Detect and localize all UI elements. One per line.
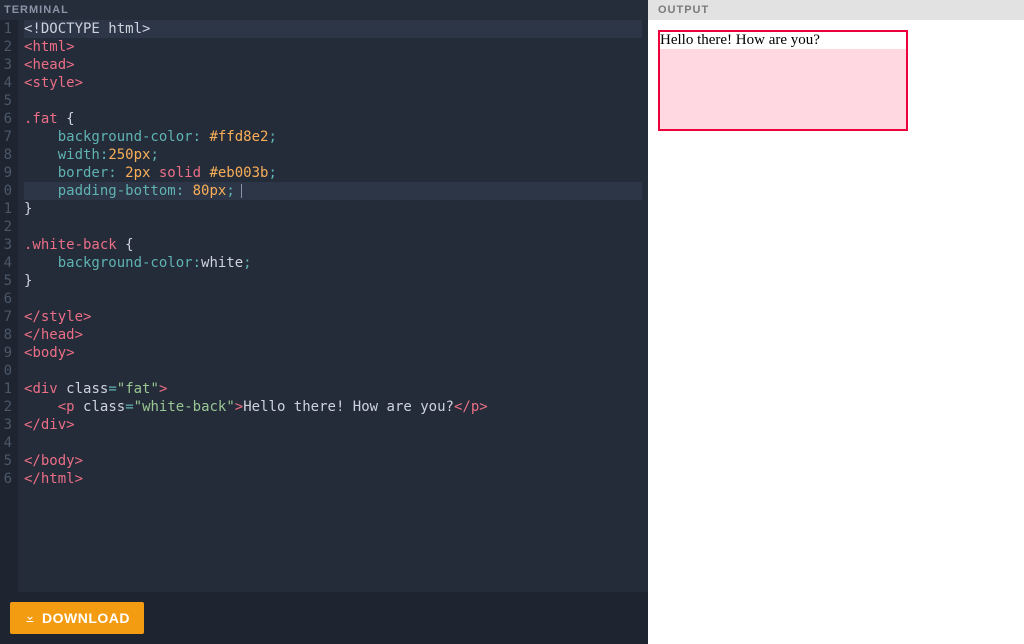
line-number: 1 [0,20,12,38]
code-line[interactable]: <style> [24,74,642,92]
line-number: 7 [0,128,12,146]
line-number: 7 [0,308,12,326]
code-line[interactable]: border: 2px solid #eb003b; [24,164,642,182]
code-line[interactable]: } [24,200,642,218]
code-line[interactable]: } [24,272,642,290]
line-number: 0 [0,182,12,200]
code-line[interactable]: </body> [24,452,642,470]
code-line[interactable]: </style> [24,308,642,326]
line-number: 5 [0,452,12,470]
line-number: 0 [0,362,12,380]
download-icon [24,612,36,624]
line-number: 3 [0,416,12,434]
line-number: 3 [0,56,12,74]
code-line[interactable]: background-color:white; [24,254,642,272]
line-number: 6 [0,290,12,308]
editor-pane: TERMINAL 1 2 3 4 5 6 7 8 9 0 1 2 3 4 5 6… [0,0,648,644]
code-line[interactable]: <!DOCTYPE html> [24,20,642,38]
code-line[interactable] [24,290,642,308]
code-line[interactable]: </html> [24,470,642,488]
line-number: 9 [0,344,12,362]
line-number: 5 [0,272,12,290]
code-area[interactable]: 1 2 3 4 5 6 7 8 9 0 1 2 3 4 5 6 7 8 9 0 … [0,20,648,592]
download-button[interactable]: DOWNLOAD [10,602,144,634]
line-number: 2 [0,218,12,236]
code-line[interactable]: <p class="white-back">Hello there! How a… [24,398,642,416]
output-header: OUTPUT [648,0,1024,20]
code-line[interactable]: background-color: #ffd8e2; [24,128,642,146]
line-number: 4 [0,74,12,92]
rendered-paragraph: Hello there! How are you? [660,32,906,49]
line-number: 6 [0,110,12,128]
line-number: 2 [0,38,12,56]
line-number: 2 [0,398,12,416]
code-line[interactable]: <html> [24,38,642,56]
line-number: 1 [0,200,12,218]
line-number: 3 [0,236,12,254]
code-line[interactable] [24,362,642,380]
code-line[interactable]: <body> [24,344,642,362]
code-line[interactable]: <div class="fat"> [24,380,642,398]
rendered-fat-box: Hello there! How are you? [658,30,908,131]
line-number: 4 [0,434,12,452]
code-line[interactable]: width:250px; [24,146,642,164]
line-number-gutter: 1 2 3 4 5 6 7 8 9 0 1 2 3 4 5 6 7 8 9 0 … [0,20,18,592]
code-line[interactable] [24,434,642,452]
code-line[interactable] [24,218,642,236]
download-bar: DOWNLOAD [0,592,648,644]
code-content[interactable]: <!DOCTYPE html> <html> <head> <style> .f… [18,20,648,592]
line-number: 4 [0,254,12,272]
output-pane: OUTPUT Hello there! How are you? [648,0,1024,644]
code-line[interactable]: <head> [24,56,642,74]
line-number: 9 [0,164,12,182]
line-number: 1 [0,380,12,398]
download-button-label: DOWNLOAD [42,610,130,626]
code-line[interactable]: .white-back { [24,236,642,254]
code-line[interactable]: </div> [24,416,642,434]
text-cursor [241,184,242,198]
code-line[interactable] [24,92,642,110]
output-body: Hello there! How are you? [648,20,1024,644]
code-line[interactable]: .fat { [24,110,642,128]
line-number: 8 [0,146,12,164]
line-number: 6 [0,470,12,488]
code-line-active[interactable]: padding-bottom: 80px; [24,182,642,200]
line-number: 8 [0,326,12,344]
line-number: 5 [0,92,12,110]
editor-header: TERMINAL [0,0,648,20]
code-line[interactable]: </head> [24,326,642,344]
